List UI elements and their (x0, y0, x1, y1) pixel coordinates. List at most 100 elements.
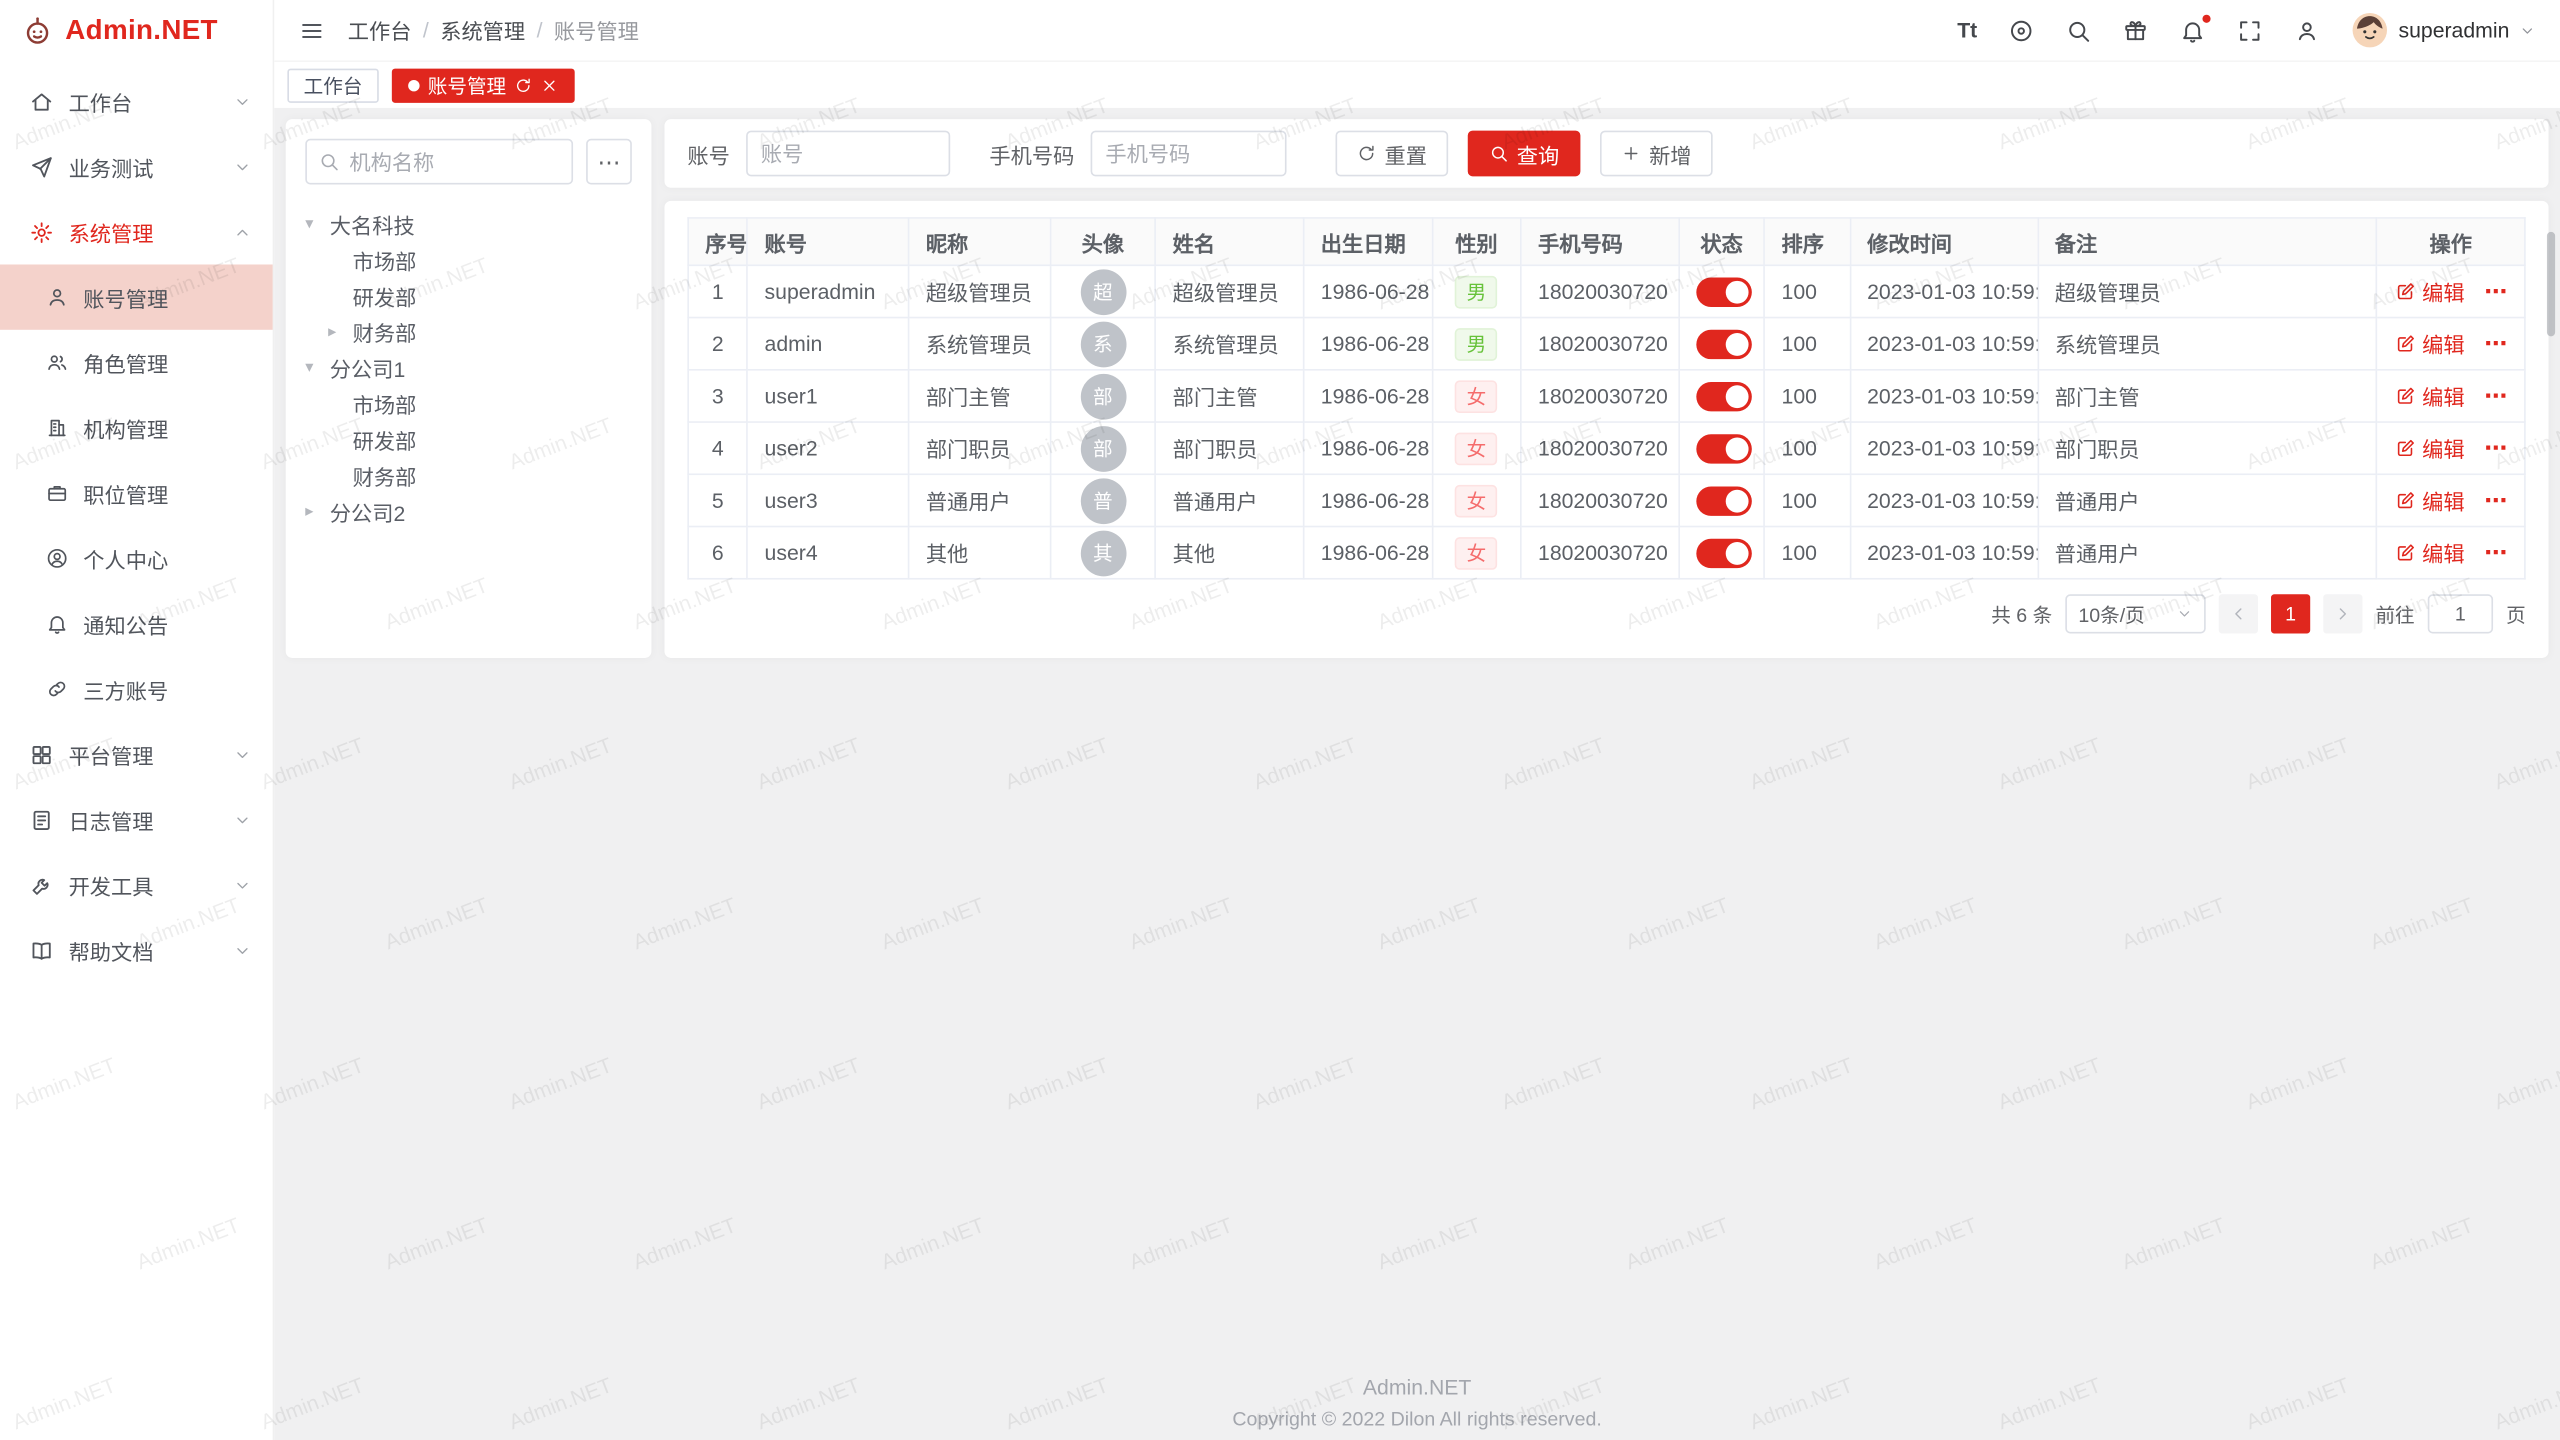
notification-badge (2201, 12, 2212, 23)
edit-button[interactable]: 编辑 (2394, 328, 2464, 359)
status-toggle[interactable] (1696, 277, 1752, 306)
more-actions-button[interactable]: ⋯ (2484, 487, 2507, 513)
cell-gender: 女 (1432, 370, 1521, 422)
book-icon (29, 938, 53, 962)
sidebar-subitem-third-account[interactable]: 三方账号 (0, 656, 273, 721)
sidebar-item-business-test[interactable]: 业务测试 (0, 134, 273, 199)
search-icon (1489, 144, 1509, 164)
tree-node-0[interactable]: ▾大名科技 (305, 206, 632, 242)
chevron-down-icon (233, 876, 251, 894)
refresh-icon[interactable] (514, 76, 532, 94)
breadcrumb-item-system[interactable]: 系统管理 (440, 15, 525, 46)
caret-right-icon[interactable]: ▸ (328, 322, 352, 340)
gift-icon[interactable] (2123, 17, 2149, 43)
page-size-select[interactable]: 10条/页 (2065, 594, 2205, 633)
cell-index: 3 (688, 370, 747, 422)
status-toggle[interactable] (1696, 381, 1752, 410)
font-size-icon[interactable]: Tt (1957, 18, 1977, 42)
sidebar-subitem-role-manage[interactable]: 角色管理 (0, 330, 273, 395)
cell-modified: 2023-01-03 10:59:44 (1850, 370, 2038, 422)
cell-nickname: 普通用户 (909, 474, 1051, 526)
sidebar-subitem-personal-center[interactable]: 个人中心 (0, 526, 273, 591)
more-actions-button[interactable]: ⋯ (2484, 278, 2507, 304)
tree-node-1[interactable]: 市场部 (305, 242, 632, 278)
tab-workbench[interactable]: 工作台 (287, 68, 378, 102)
status-toggle[interactable] (1696, 486, 1752, 515)
cell-sort: 100 (1764, 265, 1850, 317)
prev-page-button[interactable] (2219, 594, 2258, 633)
scrollbar-thumb[interactable] (2547, 232, 2555, 336)
theme-icon[interactable] (2008, 17, 2034, 43)
tree-node-7[interactable]: 财务部 (305, 457, 632, 493)
tree-node-3[interactable]: ▸财务部 (305, 313, 632, 349)
add-button[interactable]: 新增 (1600, 131, 1713, 177)
tree-node-5[interactable]: 市场部 (305, 385, 632, 421)
status-toggle[interactable] (1696, 433, 1752, 462)
close-icon[interactable] (540, 76, 558, 94)
reset-button[interactable]: 重置 (1336, 131, 1449, 177)
more-actions-button[interactable]: ⋯ (2484, 539, 2507, 565)
cell-name: 系统管理员 (1156, 318, 1304, 370)
caret-down-icon[interactable]: ▾ (305, 215, 329, 233)
user-dropdown[interactable]: superadmin (2351, 11, 2535, 49)
edit-button[interactable]: 编辑 (2394, 485, 2464, 516)
tree-node-2[interactable]: 研发部 (305, 278, 632, 314)
table-row-5: 5user3普通用户普普通用户1986-06-28女18020030720100… (688, 474, 2525, 526)
sidebar-item-dev-tools[interactable]: 开发工具 (0, 852, 273, 917)
edit-button[interactable]: 编辑 (2394, 537, 2464, 568)
caret-down-icon[interactable]: ▾ (305, 358, 329, 376)
edit-button-label: 编辑 (2422, 537, 2464, 568)
sidebar-subitem-account-manage[interactable]: 账号管理 (0, 264, 273, 329)
sidebar-subitem-position-manage[interactable]: 职位管理 (0, 460, 273, 525)
sidebar-item-log-manage[interactable]: 日志管理 (0, 787, 273, 852)
account-filter-input[interactable] (746, 131, 950, 177)
cell-name: 部门主管 (1156, 370, 1304, 422)
current-page[interactable]: 1 (2271, 594, 2310, 633)
more-actions-button[interactable]: ⋯ (2484, 382, 2507, 408)
fullscreen-icon[interactable] (2237, 17, 2263, 43)
column-header-6: 性别 (1432, 218, 1521, 265)
tree-more-button[interactable]: ⋯ (586, 139, 632, 185)
edit-button[interactable]: 编辑 (2394, 276, 2464, 307)
sidebar-item-platform-manage[interactable]: 平台管理 (0, 722, 273, 787)
table-row-4: 4user2部门职员部部门职员1986-06-28女18020030720100… (688, 422, 2525, 474)
tree-node-6[interactable]: 研发部 (305, 421, 632, 457)
sidebar-subitem-notice[interactable]: 通知公告 (0, 591, 273, 656)
app-logo[interactable]: Admin.NET (0, 0, 273, 60)
next-page-button[interactable] (2323, 594, 2362, 633)
sidebar-subitem-org-manage[interactable]: 机构管理 (0, 395, 273, 460)
breadcrumb-item-workbench[interactable]: 工作台 (348, 15, 412, 46)
bell-icon[interactable] (2180, 17, 2206, 43)
user-icon[interactable] (2294, 17, 2320, 43)
tree-node-label: 财务部 (353, 316, 417, 347)
cell-phone: 18020030720 (1521, 527, 1679, 579)
sidebar-item-help-docs[interactable]: 帮助文档 (0, 918, 273, 983)
goto-page-input[interactable] (2428, 594, 2493, 633)
search-icon[interactable] (2065, 17, 2091, 43)
caret-right-icon[interactable]: ▸ (305, 502, 329, 520)
status-toggle[interactable] (1696, 329, 1752, 358)
more-actions-button[interactable]: ⋯ (2484, 434, 2507, 460)
menu-item-label: 业务测试 (69, 151, 234, 182)
sidebar-item-system-manage[interactable]: 系统管理 (0, 199, 273, 264)
tab-label: 工作台 (304, 71, 363, 99)
tree-node-4[interactable]: ▾分公司1 (305, 349, 632, 385)
column-header-0: 序号 (688, 218, 747, 265)
tree-node-8[interactable]: ▸分公司2 (305, 493, 632, 529)
sidebar-item-workbench[interactable]: 工作台 (0, 69, 273, 134)
edit-button[interactable]: 编辑 (2394, 380, 2464, 411)
cell-sort: 100 (1764, 370, 1850, 422)
search-icon (318, 151, 339, 172)
more-actions-button[interactable]: ⋯ (2484, 330, 2507, 356)
search-button[interactable]: 查询 (1468, 131, 1581, 177)
tab-account-manage[interactable]: 账号管理 (392, 68, 575, 102)
status-toggle[interactable] (1696, 538, 1752, 567)
cell-sort: 100 (1764, 527, 1850, 579)
cell-remark: 超级管理员 (2038, 265, 2377, 317)
phone-filter-input[interactable] (1091, 131, 1287, 177)
edit-icon (2394, 542, 2415, 563)
edit-button[interactable]: 编辑 (2394, 433, 2464, 464)
hamburger-icon[interactable] (299, 17, 325, 43)
cell-remark: 系统管理员 (2038, 318, 2377, 370)
org-search-input[interactable] (305, 139, 573, 185)
